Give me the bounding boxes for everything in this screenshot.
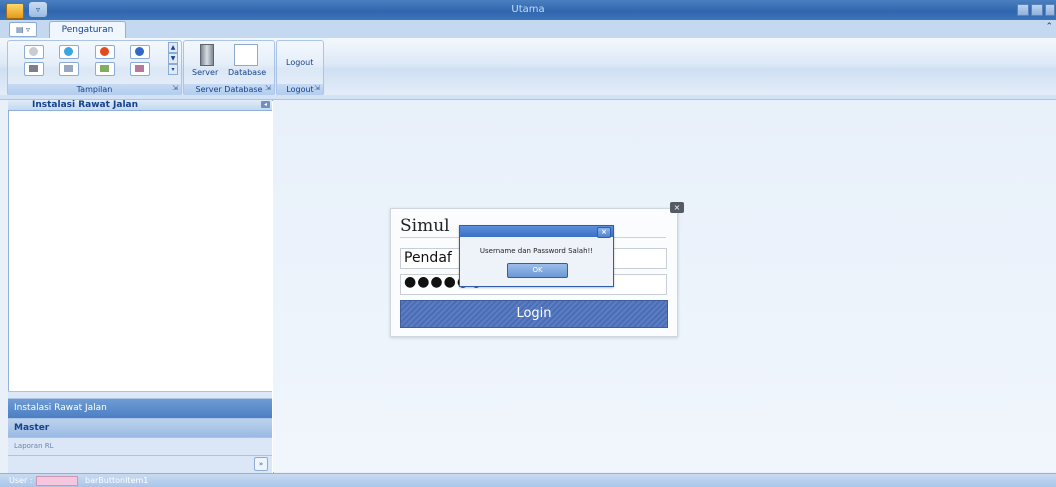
maximize-button[interactable] <box>1031 4 1043 16</box>
dialog-close-button[interactable]: × <box>597 227 611 238</box>
nav-group-label: Instalasi Rawat Jalan <box>14 403 107 413</box>
dialog-ok-button[interactable]: OK <box>507 263 568 278</box>
gallery-item-8[interactable] <box>130 62 150 76</box>
nav-group-instalasi-rawat-jalan[interactable]: Instalasi Rawat Jalan <box>8 398 272 418</box>
gallery-scroll-down-icon[interactable]: ▼ <box>168 53 178 64</box>
nav-pane-title: Instalasi Rawat Jalan <box>32 100 139 110</box>
nav-group-label: Master <box>14 423 50 433</box>
login-close-button[interactable]: × <box>670 202 684 213</box>
gallery-expand-icon[interactable]: ▾ <box>168 64 178 75</box>
error-dialog: × Username dan Password Salah!! OK <box>459 225 614 287</box>
group-tampilan-label: Tampilan <box>76 85 113 94</box>
nav-overflow-chevron-icon[interactable]: » <box>254 457 268 471</box>
dialog-message: Username dan Password Salah!! <box>479 247 594 255</box>
status-bar-button-item[interactable]: barButtonItem1 <box>85 474 148 487</box>
ribbon-menu-button[interactable]: ▤ ▿ <box>9 22 37 37</box>
collapse-ribbon-icon[interactable]: ⌃ <box>1045 22 1053 32</box>
nav-pane-header: Instalasi Rawat Jalan ◂ <box>8 100 272 111</box>
server-button[interactable]: Server <box>192 68 218 77</box>
gallery-item-1[interactable] <box>24 45 44 59</box>
logout-button[interactable]: Logout <box>286 58 313 67</box>
group-server-database-label: Server Database <box>195 85 263 94</box>
gallery-item-2[interactable] <box>59 45 79 59</box>
status-user-field <box>36 476 78 486</box>
server-icon[interactable] <box>200 44 214 66</box>
dialog-launcher-icon[interactable]: ⇲ <box>314 83 320 94</box>
nav-pane-splitter[interactable] <box>8 391 272 398</box>
username-value: Pendaf <box>404 250 452 266</box>
nav-pane-footer: » <box>8 455 272 473</box>
status-bar: User : barButtonItem1 <box>0 473 1056 487</box>
gallery-item-7[interactable] <box>95 62 115 76</box>
tab-pengaturan[interactable]: Pengaturan <box>49 21 126 39</box>
database-icon[interactable] <box>234 44 258 66</box>
login-title: Simul <box>400 216 450 236</box>
login-button-label: Login <box>516 306 552 321</box>
status-user-label: User : <box>9 476 33 485</box>
ribbon-tab-row <box>0 20 1056 38</box>
gallery-item-4[interactable] <box>130 45 150 59</box>
gallery-item-3[interactable] <box>95 45 115 59</box>
nav-group-master[interactable]: Master <box>8 418 272 438</box>
dialog-title-bar: × <box>460 226 613 238</box>
database-button[interactable]: Database <box>228 68 266 77</box>
login-button[interactable]: Login <box>400 300 668 328</box>
minimize-button[interactable] <box>1017 4 1029 16</box>
group-label-logout: Logout ⇲ <box>277 84 323 95</box>
dialog-launcher-icon[interactable]: ⇲ <box>172 83 178 94</box>
group-label-server-database: Server Database ⇲ <box>184 84 274 95</box>
group-label-tampilan: Tampilan ⇲ <box>8 84 181 95</box>
title-bar: ▿ Utama <box>0 0 1056 20</box>
dialog-launcher-icon[interactable]: ⇲ <box>265 83 271 94</box>
nav-pane-collapse-icon[interactable]: ◂ <box>261 101 270 108</box>
close-window-button[interactable] <box>1045 4 1055 16</box>
group-logout: Logout ⇲ <box>276 40 324 96</box>
group-logout-label: Logout <box>286 85 314 94</box>
gallery-item-6[interactable] <box>59 62 79 76</box>
gallery-item-5[interactable] <box>24 62 44 76</box>
nav-group-label: Laporan RL <box>14 442 54 450</box>
nav-group-laporan-rl[interactable]: Laporan RL <box>8 437 272 455</box>
gallery-scroll-up-icon[interactable]: ▲ <box>168 42 178 53</box>
window-title: Utama <box>511 4 545 15</box>
